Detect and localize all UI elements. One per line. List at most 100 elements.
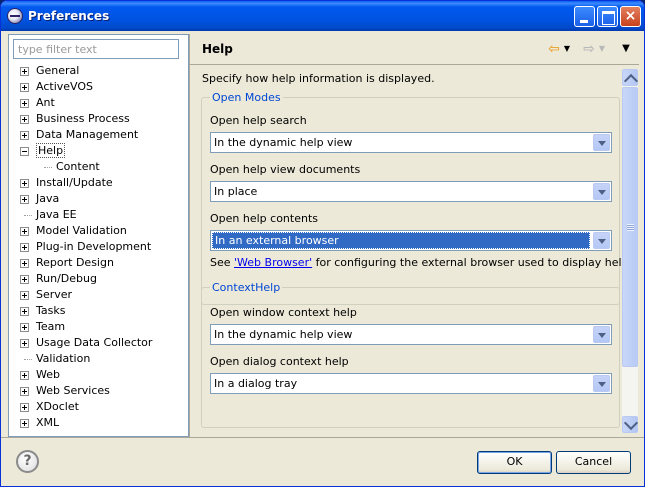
open-help-view-documents-value: In place bbox=[214, 185, 258, 198]
view-menu-icon[interactable]: ▼ bbox=[618, 41, 634, 57]
open-window-context-help-select[interactable]: In the dynamic help view bbox=[210, 324, 612, 345]
tree-item-validation[interactable]: Validation bbox=[9, 351, 189, 367]
tree-item-business-process[interactable]: Business Process bbox=[9, 111, 189, 127]
tree-item-usage-data-collector[interactable]: Usage Data Collector bbox=[9, 335, 189, 351]
title-bar[interactable]: Preferences × bbox=[1, 1, 644, 31]
help-icon[interactable]: ? bbox=[16, 450, 39, 473]
grip-icon bbox=[627, 224, 634, 231]
ok-button[interactable]: OK bbox=[477, 451, 552, 474]
open-help-view-documents-select[interactable]: In place bbox=[210, 181, 612, 202]
back-dropdown-icon[interactable]: ▼ bbox=[563, 41, 571, 57]
tree-item-xdoclet[interactable]: XDoclet bbox=[9, 399, 189, 415]
tree-item-activevos[interactable]: ActiveVOS bbox=[9, 79, 189, 95]
minimize-button[interactable] bbox=[574, 6, 595, 27]
tree-item-install-update[interactable]: Install/Update bbox=[9, 175, 189, 191]
cancel-button[interactable]: Cancel bbox=[556, 451, 631, 474]
tree-item-label: Report Design bbox=[36, 256, 114, 269]
expand-plus-icon[interactable] bbox=[20, 291, 29, 300]
close-icon: × bbox=[624, 8, 637, 24]
tree-item-label: Validation bbox=[36, 352, 91, 365]
web-browser-link[interactable]: 'Web Browser' bbox=[234, 256, 312, 269]
tree-item-team[interactable]: Team bbox=[9, 319, 189, 335]
note-suffix: for configuring the external browser use… bbox=[315, 256, 622, 269]
tree-item-label: General bbox=[36, 64, 80, 77]
expand-plus-icon[interactable] bbox=[20, 83, 29, 92]
tree-item-run-debug[interactable]: Run/Debug bbox=[9, 271, 189, 287]
tree-item-label: Tasks bbox=[36, 304, 66, 317]
open-help-search-value: In the dynamic help view bbox=[214, 136, 353, 149]
scroll-down-icon[interactable] bbox=[622, 416, 638, 433]
chevron-down-icon[interactable] bbox=[593, 232, 610, 249]
expand-plus-icon[interactable] bbox=[20, 403, 29, 412]
maximize-button[interactable] bbox=[597, 6, 618, 27]
filter-input[interactable] bbox=[13, 39, 179, 59]
open-help-contents-select[interactable]: In an external browser bbox=[210, 230, 612, 251]
tree-item-content[interactable]: Content bbox=[9, 159, 189, 175]
tree-line-icon bbox=[44, 167, 52, 168]
tree-item-data-management[interactable]: Data Management bbox=[9, 127, 189, 143]
expand-plus-icon[interactable] bbox=[20, 307, 29, 316]
close-button[interactable]: × bbox=[620, 6, 641, 27]
expand-plus-icon[interactable] bbox=[20, 243, 29, 252]
tree-item-general[interactable]: General bbox=[9, 63, 189, 79]
preference-tree-panel: General ActiveVOS Ant Business Process Data … bbox=[8, 34, 189, 437]
expand-plus-icon[interactable] bbox=[20, 371, 29, 380]
chevron-down-icon[interactable] bbox=[593, 183, 610, 200]
open-modes-group: Open Modes Open help search In the dynam… bbox=[201, 91, 622, 305]
tree-item-web[interactable]: Web bbox=[9, 367, 189, 383]
expand-plus-icon[interactable] bbox=[20, 227, 29, 236]
tree-item-server[interactable]: Server bbox=[9, 287, 189, 303]
tree-item-label: Install/Update bbox=[36, 176, 113, 189]
expand-plus-icon[interactable] bbox=[20, 275, 29, 284]
open-help-search-select[interactable]: In the dynamic help view bbox=[210, 132, 612, 153]
back-arrow-icon[interactable]: ⇦ bbox=[546, 41, 562, 57]
tree-item-web-services[interactable]: Web Services bbox=[9, 383, 189, 399]
tree-item-label: Web Services bbox=[36, 384, 110, 397]
chevron-down-icon[interactable] bbox=[593, 375, 610, 392]
tree-item-help[interactable]: Help bbox=[9, 143, 189, 159]
chevron-down-icon[interactable] bbox=[593, 134, 610, 151]
web-browser-note: See 'Web Browser' for configuring the ex… bbox=[210, 256, 622, 269]
forward-dropdown-icon[interactable]: ▼ bbox=[598, 41, 606, 57]
expand-plus-icon[interactable] bbox=[20, 131, 29, 140]
open-help-contents-label: Open help contents bbox=[210, 212, 318, 225]
open-dialog-context-help-select[interactable]: In a dialog tray bbox=[210, 373, 612, 394]
expand-plus-icon[interactable] bbox=[20, 419, 29, 428]
tree-item-label: Ant bbox=[36, 96, 55, 109]
expand-plus-icon[interactable] bbox=[20, 387, 29, 396]
expand-plus-icon[interactable] bbox=[20, 259, 29, 268]
expand-plus-icon[interactable] bbox=[20, 115, 29, 124]
eclipse-icon bbox=[7, 8, 23, 24]
tree-item-model-validation[interactable]: Model Validation bbox=[9, 223, 189, 239]
tree-line-icon bbox=[24, 359, 32, 360]
tree-item-report-design[interactable]: Report Design bbox=[9, 255, 189, 271]
open-help-contents-value: In an external browser bbox=[212, 232, 590, 249]
tree-item-plug-in-development[interactable]: Plug-in Development bbox=[9, 239, 189, 255]
context-help-legend: ContextHelp bbox=[210, 281, 283, 294]
preference-tree: General ActiveVOS Ant Business Process Data … bbox=[9, 63, 189, 431]
expand-plus-icon[interactable] bbox=[20, 99, 29, 108]
expand-plus-icon[interactable] bbox=[20, 67, 29, 76]
expand-plus-icon[interactable] bbox=[20, 195, 29, 204]
tree-item-ant[interactable]: Ant bbox=[9, 95, 189, 111]
chevron-down-icon[interactable] bbox=[593, 326, 610, 343]
open-window-context-help-label: Open window context help bbox=[210, 306, 357, 319]
tree-item-xml[interactable]: XML bbox=[9, 415, 189, 431]
collapse-minus-icon[interactable] bbox=[20, 147, 29, 156]
expand-plus-icon[interactable] bbox=[20, 339, 29, 348]
page-content: Specify how help information is displaye… bbox=[190, 66, 622, 430]
expand-plus-icon[interactable] bbox=[20, 323, 29, 332]
tree-item-label: Data Management bbox=[36, 128, 139, 141]
scroll-thumb[interactable] bbox=[622, 87, 638, 367]
tree-item-label: Web bbox=[36, 368, 60, 381]
tree-item-tasks[interactable]: Tasks bbox=[9, 303, 189, 319]
tree-item-label: XML bbox=[36, 416, 60, 429]
scroll-up-icon[interactable] bbox=[622, 69, 638, 86]
open-help-view-documents-label: Open help view documents bbox=[210, 163, 361, 176]
vertical-scrollbar[interactable] bbox=[622, 69, 638, 433]
forward-arrow-icon[interactable]: ⇨ bbox=[581, 41, 597, 57]
tree-item-java[interactable]: Java bbox=[9, 191, 189, 207]
expand-plus-icon[interactable] bbox=[20, 179, 29, 188]
tree-item-java-ee[interactable]: Java EE bbox=[9, 207, 189, 223]
preference-page: Help ⇦ ▼ ⇨ ▼ ▼ Specify how help informat… bbox=[189, 34, 639, 437]
